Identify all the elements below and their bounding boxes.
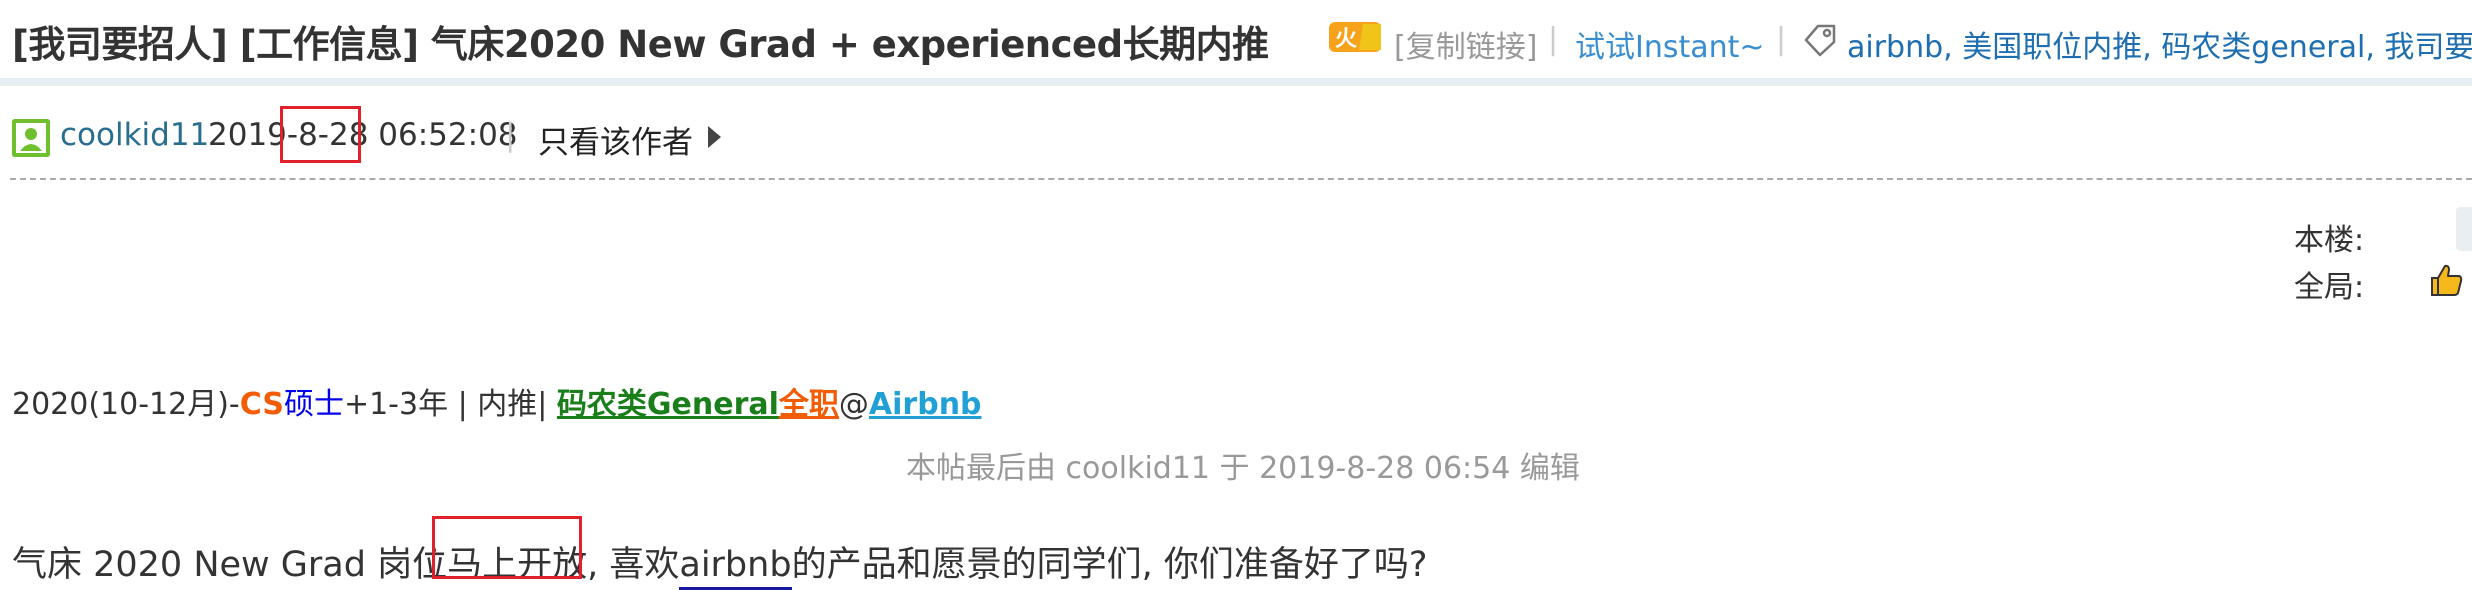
- hot-badge-text: 火: [1335, 27, 1357, 52]
- floor-label: 本楼:: [2294, 223, 2365, 258]
- separator: |: [505, 117, 516, 153]
- hot-badge-icon: 火: [1329, 20, 1383, 54]
- only-author-link[interactable]: 只看该作者: [538, 117, 693, 162]
- global-label: 全局:: [2294, 270, 2365, 305]
- separator: |: [1548, 22, 1559, 57]
- author-name-link[interactable]: coolkid11: [60, 117, 209, 153]
- class-degree: 硕士: [283, 387, 344, 422]
- arrow-right-icon[interactable]: [708, 126, 721, 148]
- tag-list: airbnb, 美国职位内推, 码农类general, 我司要招: [1847, 22, 2472, 66]
- thumbs-up-icon[interactable]: [2428, 262, 2464, 298]
- class-prefix: 2020(10-12月)-: [12, 387, 240, 422]
- copy-link-button[interactable]: [复制链接]: [1394, 22, 1537, 66]
- tag-hiring[interactable]: 我司要招: [2384, 30, 2472, 65]
- tag-coder-general[interactable]: 码农类general: [2161, 30, 2365, 65]
- open-highlight-box: [432, 516, 582, 579]
- tag-airbnb[interactable]: airbnb: [1847, 30, 1943, 65]
- date-highlight-box: [280, 106, 361, 163]
- class-at: @: [838, 387, 869, 422]
- body-after: 的产品和愿景的同学们, 你们准备好了吗?: [791, 545, 1428, 585]
- class-experience: +1-3年 | 内推|: [343, 387, 557, 422]
- header-divider: [0, 78, 2472, 86]
- dashed-divider: [10, 178, 2472, 180]
- airbnb-link[interactable]: airbnb: [679, 545, 792, 590]
- class-job-type-link[interactable]: 码农类General: [557, 387, 779, 422]
- tag-us-referral[interactable]: 美国职位内推: [1962, 30, 2142, 65]
- thread-title: [我司要招人] [工作信息] 气床2020 New Grad + experie…: [12, 23, 1269, 66]
- floor-rating-box[interactable]: [2456, 207, 2472, 251]
- class-fulltime-link[interactable]: 全职: [779, 387, 839, 422]
- body-middle: 喜欢: [598, 545, 680, 585]
- class-degree-cs: CS: [239, 387, 284, 422]
- separator: |: [1776, 22, 1787, 57]
- job-classification: 2020(10-12月)-CS硕士+1-3年 | 内推| 码农类General全…: [12, 379, 982, 423]
- post-timestamp: 2019-8-28 06:52:08: [208, 117, 518, 153]
- edit-note: 本帖最后由 coolkid11 于 2019-8-28 06:54 编辑: [906, 451, 1580, 486]
- instant-link[interactable]: 试试Instant~: [1575, 22, 1765, 66]
- body-before: 气床 2020 New Grad 岗位: [12, 545, 448, 585]
- post-body: 气床 2020 New Grad 岗位马上开放, 喜欢airbnb的产品和愿景的…: [12, 536, 1428, 590]
- class-company-link[interactable]: Airbnb: [869, 387, 982, 422]
- tag-icon: [1802, 22, 1838, 58]
- avatar-icon[interactable]: [12, 119, 50, 157]
